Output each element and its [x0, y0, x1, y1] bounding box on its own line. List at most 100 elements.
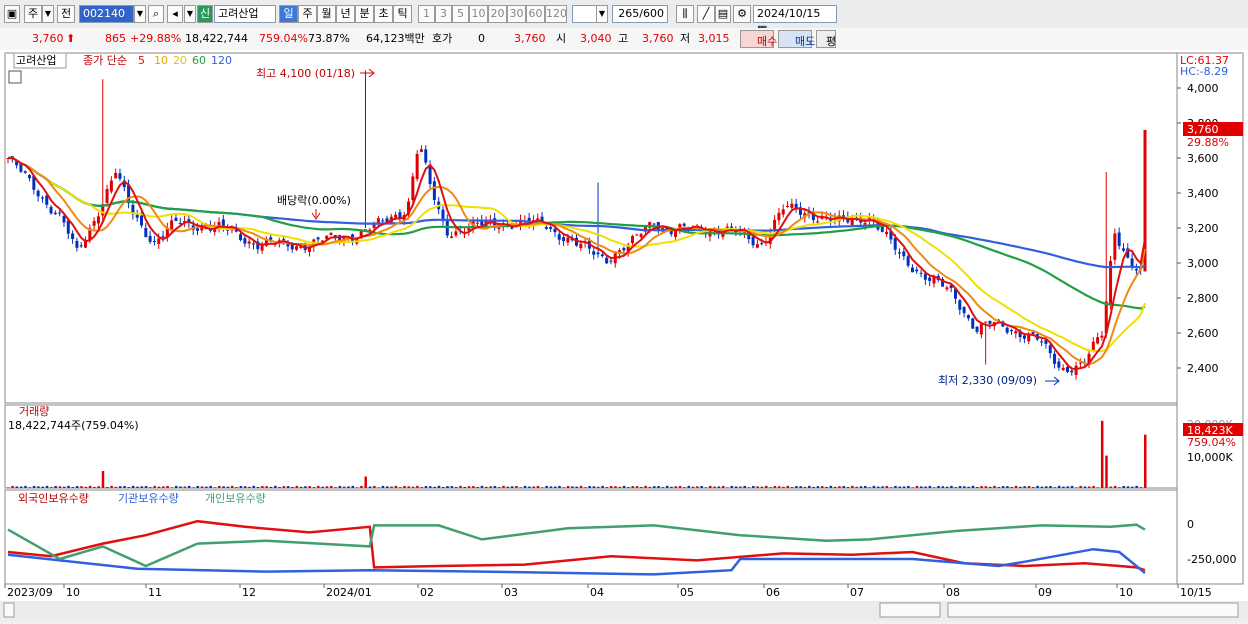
- candle-body: [157, 238, 161, 244]
- volume-bar: [338, 485, 342, 488]
- search-icon[interactable]: ⌕: [148, 5, 164, 23]
- interval-button-5[interactable]: 5: [452, 5, 469, 23]
- x-tick-label: 02: [420, 586, 434, 599]
- chevron-down-icon[interactable]: ▼: [596, 5, 608, 23]
- chevron-down-icon[interactable]: ▼: [184, 5, 196, 23]
- code-input[interactable]: 002140: [79, 5, 134, 23]
- period-tab-1[interactable]: 주: [298, 5, 317, 23]
- volume-bar: [519, 487, 523, 488]
- interval-button-30[interactable]: 30: [507, 5, 526, 23]
- volume-bar: [653, 486, 656, 488]
- candle-body: [1121, 248, 1125, 251]
- volume-bar: [1083, 486, 1087, 488]
- period-tab-3[interactable]: 년: [336, 5, 355, 23]
- interval-button-10[interactable]: 10: [469, 5, 488, 23]
- interval-button-20[interactable]: 20: [488, 5, 507, 23]
- volume-bar: [657, 486, 660, 488]
- code-input-value: 002140: [83, 7, 125, 20]
- candle-body: [1117, 232, 1121, 246]
- volume-bar: [265, 486, 268, 488]
- candle-body: [923, 273, 927, 280]
- period-tab-6[interactable]: 틱: [393, 5, 412, 23]
- volume-bar: [209, 485, 212, 488]
- volume-bar: [622, 485, 626, 488]
- volume-tick-label: 10,000K: [1187, 451, 1233, 464]
- volume-bar: [674, 486, 678, 488]
- volume-bar: [924, 486, 927, 488]
- volume-bar: [114, 486, 118, 488]
- volume-bar: [192, 487, 195, 488]
- interval-button-120[interactable]: 120: [545, 5, 567, 23]
- volume-bar: [609, 486, 613, 488]
- prev-button[interactable]: 전: [57, 5, 75, 23]
- save-icon[interactable]: ▤: [715, 5, 731, 23]
- candle-body: [1065, 367, 1069, 372]
- date-field[interactable]: 2024/10/15 ▦: [753, 5, 837, 36]
- date-value: 2024/10/15: [757, 7, 821, 20]
- volume-bar: [80, 486, 83, 488]
- candle-body: [592, 251, 596, 255]
- hoga-price: 3,760: [514, 32, 546, 45]
- volume-bar: [429, 486, 432, 488]
- count-field[interactable]: 265/600: [612, 5, 668, 23]
- volume-bar: [218, 485, 221, 488]
- y-tick-label: 4,000: [1187, 82, 1219, 95]
- stock-name-field[interactable]: 고려산업: [214, 5, 276, 23]
- volume-bar: [907, 485, 910, 488]
- volume-bar: [1049, 485, 1052, 488]
- volume-bar: [278, 486, 281, 488]
- stock-chart-svg: 4,0003,8003,6003,4003,2003,0002,8002,600…: [0, 52, 1248, 621]
- sell-button[interactable]: 매도: [778, 30, 815, 48]
- candle-body: [419, 149, 423, 152]
- table-icon[interactable]: [8, 70, 22, 84]
- gear-icon[interactable]: ⚙: [733, 5, 751, 23]
- volume-bar: [549, 486, 553, 488]
- avg-button[interactable]: 평: [816, 30, 836, 48]
- volume-bar: [700, 485, 703, 488]
- interval-button-1[interactable]: 1: [418, 5, 435, 23]
- x-tick-label: 05: [680, 586, 694, 599]
- volume-bar: [493, 486, 497, 488]
- buy-button[interactable]: 매수: [740, 30, 777, 48]
- x-tick-label: 11: [148, 586, 162, 599]
- x-tick-label: 08: [946, 586, 960, 599]
- count-total: /600: [639, 7, 664, 20]
- interval-button-60[interactable]: 60: [526, 5, 545, 23]
- volume-bar: [579, 485, 583, 488]
- candle-body: [1096, 337, 1100, 344]
- candle-body: [49, 206, 53, 214]
- volume-bar: [558, 485, 561, 488]
- volume-bar: [45, 485, 49, 488]
- window-icon[interactable]: ▣: [4, 5, 20, 23]
- candle-icon[interactable]: ⫼: [676, 5, 694, 23]
- x-tick-label: 04: [590, 586, 604, 599]
- period-tab-0[interactable]: 일: [279, 5, 298, 23]
- period-tab-5[interactable]: 초: [374, 5, 393, 23]
- volume-bar: [101, 471, 105, 488]
- period-tab-2[interactable]: 월: [317, 5, 336, 23]
- type-select[interactable]: 주: [24, 5, 42, 23]
- interval-button-3[interactable]: 3: [435, 5, 452, 23]
- volume-bar: [898, 486, 902, 488]
- volume-bar: [398, 487, 402, 488]
- volume-bar: [390, 486, 393, 488]
- volume-bar: [528, 486, 531, 488]
- volume-bar: [1135, 485, 1138, 488]
- volume-bar: [200, 486, 204, 488]
- chevron-down-icon[interactable]: ▼: [134, 5, 146, 23]
- volume-bar: [174, 485, 178, 488]
- speaker-icon[interactable]: ◂: [167, 5, 183, 23]
- draw-tool-icon[interactable]: ╱: [697, 5, 715, 23]
- candle-body: [114, 172, 118, 179]
- volume-bar: [127, 487, 131, 488]
- volume-bar: [571, 486, 574, 488]
- chevron-down-icon[interactable]: ▼: [42, 5, 54, 23]
- candle-body: [1009, 330, 1013, 332]
- volume-bar: [838, 486, 841, 488]
- candle-body: [609, 260, 613, 262]
- period-tab-4[interactable]: 분: [355, 5, 374, 23]
- volume-bar: [545, 485, 548, 488]
- volume-bar: [19, 486, 23, 488]
- volume-bar: [88, 485, 92, 488]
- candle-body: [92, 221, 96, 226]
